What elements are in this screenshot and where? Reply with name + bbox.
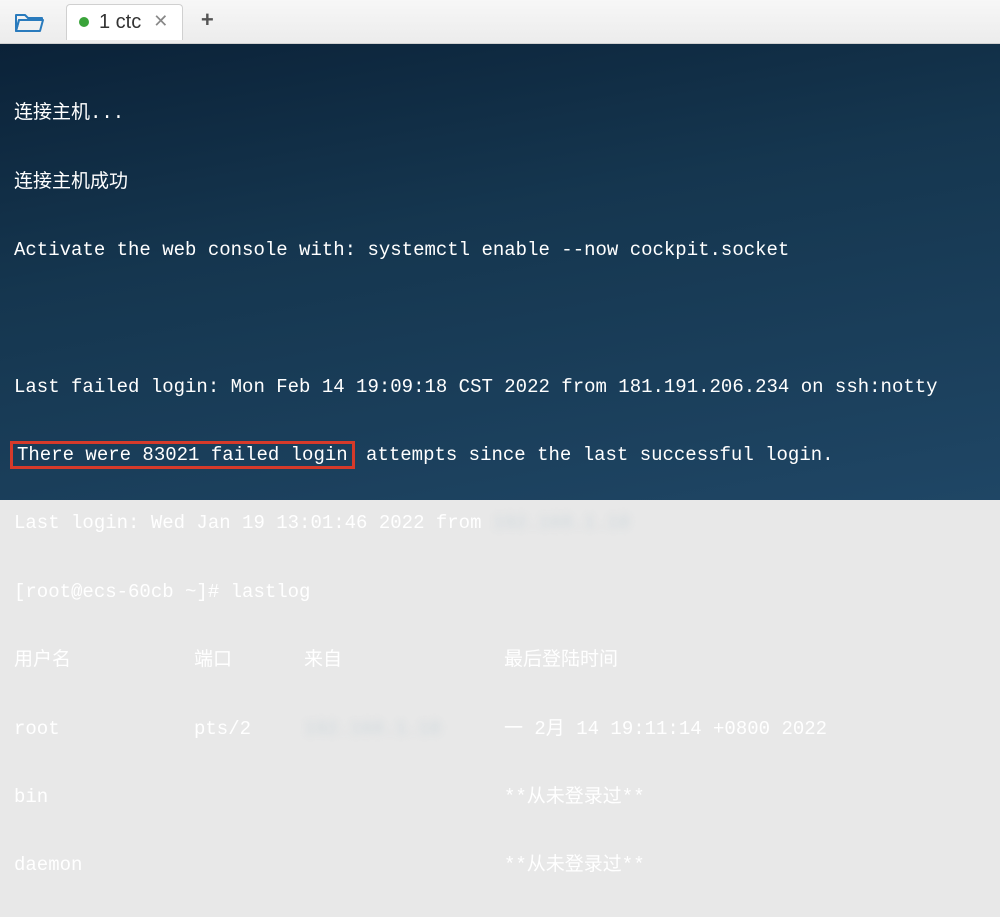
cell-user: root xyxy=(14,712,194,746)
last-login-ip-redacted: 192.168.1.10 xyxy=(493,512,630,534)
terminal-line: Activate the web console with: systemctl… xyxy=(14,233,986,267)
header-user: 用户名 xyxy=(14,643,194,677)
close-tab-icon[interactable]: ✕ xyxy=(151,11,170,33)
terminal-line: 连接主机... xyxy=(14,96,986,130)
failed-login-suffix: attempts since the last successful login… xyxy=(355,444,834,466)
lastlog-row: rootpts/2192.168.1.10一 2月 14 19:11:14 +0… xyxy=(14,712,986,746)
terminal-line-failed-count: There were 83021 failed login attempts s… xyxy=(14,438,986,472)
cell-port xyxy=(194,848,304,882)
last-login-prefix: Last login: Wed Jan 19 13:01:46 2022 fro… xyxy=(14,512,493,534)
open-folder-icon[interactable] xyxy=(8,6,52,38)
command-lastlog: lastlog xyxy=(231,581,311,603)
header-time: 最后登陆时间 xyxy=(504,643,986,677)
cell-time: **从未登录过** xyxy=(504,780,986,814)
header-from: 来自 xyxy=(304,643,504,677)
add-tab-button[interactable]: + xyxy=(189,4,225,40)
lastlog-header-row: 用户名端口来自最后登陆时间 xyxy=(14,643,986,677)
cell-from xyxy=(304,848,504,882)
terminal-pane[interactable]: 连接主机... 连接主机成功 Activate the web console … xyxy=(0,44,1000,500)
cell-user: daemon xyxy=(14,848,194,882)
tab-1-ctc[interactable]: 1 ctc ✕ xyxy=(66,4,183,40)
cell-port xyxy=(194,780,304,814)
cell-from-redacted: 192.168.1.10 xyxy=(304,712,504,746)
terminal-line: 连接主机成功 xyxy=(14,165,986,199)
cell-user: bin xyxy=(14,780,194,814)
lastlog-row: daemon **从未登录过** xyxy=(14,848,986,882)
tab-label: 1 ctc xyxy=(99,11,141,34)
cell-from xyxy=(304,780,504,814)
cell-port: pts/2 xyxy=(194,712,304,746)
plus-icon: + xyxy=(201,9,214,34)
lastlog-row: bin **从未登录过** xyxy=(14,780,986,814)
cell-time: 一 2月 14 19:11:14 +0800 2022 xyxy=(504,712,986,746)
terminal-prompt-line: [root@ecs-60cb ~]# lastlog xyxy=(14,575,986,609)
terminal-line-last-login: Last login: Wed Jan 19 13:01:46 2022 fro… xyxy=(14,506,986,540)
shell-prompt: [root@ecs-60cb ~]# xyxy=(14,581,231,603)
terminal-line-last-failed: Last failed login: Mon Feb 14 19:09:18 C… xyxy=(14,370,986,404)
failed-login-highlight: There were 83021 failed login xyxy=(10,441,355,469)
tab-bar: 1 ctc ✕ + xyxy=(0,0,1000,44)
cell-time: **从未登录过** xyxy=(504,848,986,882)
terminal-blank-line xyxy=(14,301,986,335)
header-port: 端口 xyxy=(194,643,304,677)
connection-status-dot-icon xyxy=(79,17,89,27)
